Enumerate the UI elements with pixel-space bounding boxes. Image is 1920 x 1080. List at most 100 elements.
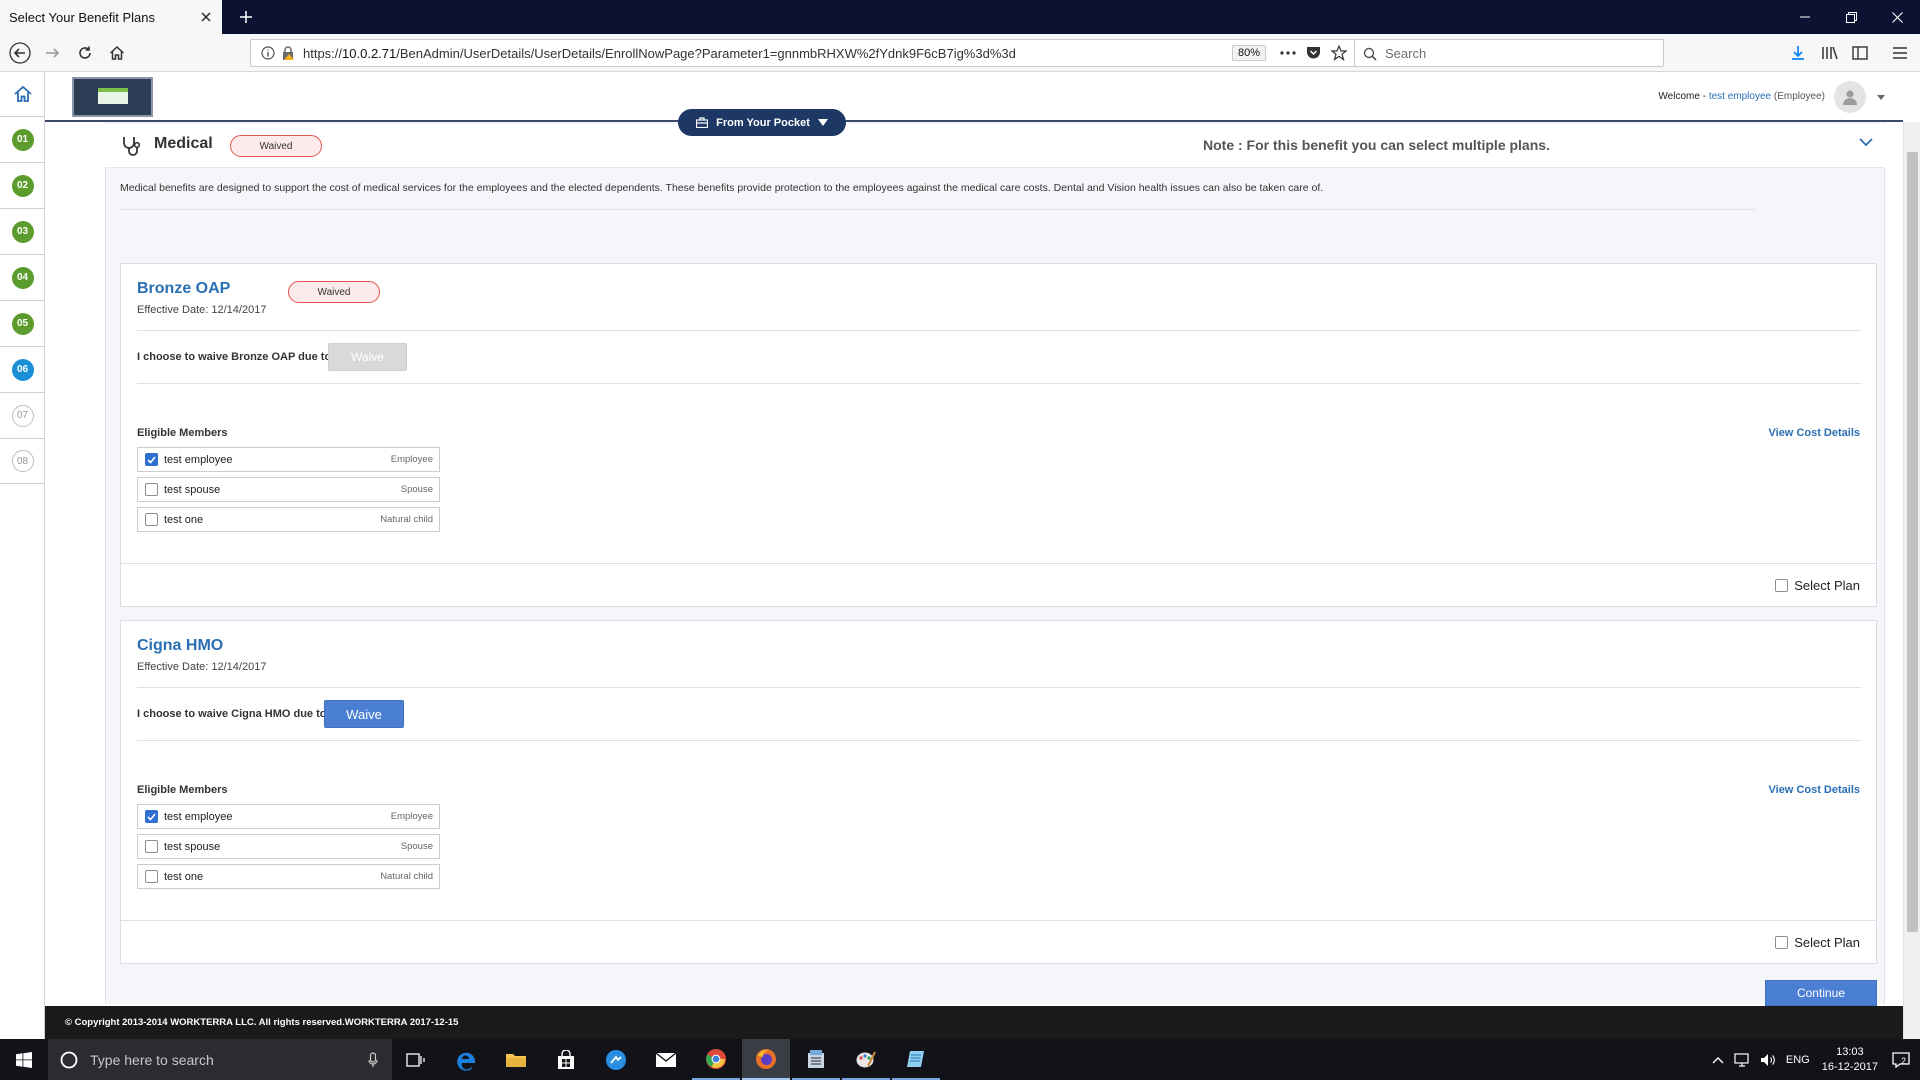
member-checkbox[interactable] xyxy=(145,870,158,883)
member-row[interactable]: test employee Employee xyxy=(137,804,440,829)
company-logo[interactable] xyxy=(72,77,153,117)
clock[interactable]: 13:03 16-12-2017 xyxy=(1822,1045,1878,1075)
messenger-app-icon[interactable] xyxy=(592,1039,640,1080)
windows-start-icon[interactable] xyxy=(0,1039,48,1080)
step-08[interactable]: 08 xyxy=(0,438,45,484)
new-tab-icon[interactable] xyxy=(228,0,264,34)
eligible-members-label: Eligible Members xyxy=(137,427,228,439)
member-checkbox[interactable] xyxy=(145,483,158,496)
home-nav-icon[interactable] xyxy=(0,72,45,116)
member-row[interactable]: test employee Employee xyxy=(137,447,440,472)
step-number: 02 xyxy=(11,174,34,197)
search-placeholder: Search xyxy=(1385,45,1427,61)
select-plan-box[interactable] xyxy=(1775,936,1789,949)
reload-icon[interactable] xyxy=(71,39,99,67)
page-scrollbar[interactable] xyxy=(1903,122,1920,1039)
welcome-user-name[interactable]: test employee xyxy=(1709,91,1771,102)
hamburger-menu-icon[interactable] xyxy=(1886,39,1914,67)
member-relation: Employee xyxy=(390,454,433,465)
taskbar-search-input[interactable]: Type here to search xyxy=(48,1039,392,1080)
lock-warning-icon xyxy=(281,45,295,61)
microphone-icon[interactable] xyxy=(368,1051,378,1068)
app-footer: © Copyright 2013-2014 WORKTERRA LLC. All… xyxy=(45,1006,1903,1039)
url-bar[interactable]: https://10.0.2.71/BenAdmin/UserDetails/U… xyxy=(250,39,1356,67)
url-text[interactable]: https://10.0.2.71/BenAdmin/UserDetails/U… xyxy=(303,46,1232,61)
library-icon[interactable] xyxy=(1816,39,1844,67)
notifications-icon[interactable]: 2 xyxy=(1892,1051,1910,1068)
zoom-level[interactable]: 80% xyxy=(1231,45,1266,61)
task-view-icon[interactable] xyxy=(392,1039,440,1080)
close-window-icon[interactable] xyxy=(1874,0,1920,34)
member-row[interactable]: test one Natural child xyxy=(137,507,440,532)
plan-card-bronze-oap: Bronze OAP Waived Effective Date: 12/14/… xyxy=(120,263,1877,607)
waive-button[interactable]: Waive xyxy=(328,343,407,371)
site-info-icon[interactable] xyxy=(261,46,275,60)
app-header: Welcome - test employee (Employee) xyxy=(45,72,1903,122)
step-07[interactable]: 07 xyxy=(0,392,45,438)
select-plan-checkbox[interactable]: Select Plan xyxy=(1775,935,1860,950)
edge-browser-icon[interactable] xyxy=(442,1039,490,1080)
member-row[interactable]: test one Natural child xyxy=(137,864,440,889)
language-indicator[interactable]: ENG xyxy=(1786,1054,1810,1066)
member-checkbox[interactable] xyxy=(145,810,158,823)
scrollbar-thumb[interactable] xyxy=(1907,152,1918,932)
step-05[interactable]: 05 xyxy=(0,300,45,346)
step-06[interactable]: 06 xyxy=(0,346,45,392)
select-plan-box[interactable] xyxy=(1775,579,1789,592)
member-checkbox[interactable] xyxy=(145,453,158,466)
page-actions-icon[interactable] xyxy=(1280,51,1296,55)
plan-name[interactable]: Cigna HMO xyxy=(137,637,223,655)
browser-search-input[interactable]: Search xyxy=(1354,39,1664,67)
pocket-save-icon[interactable] xyxy=(1306,46,1321,60)
chevron-down-icon[interactable] xyxy=(1859,138,1873,147)
browser-tab-bar: Select Your Benefit Plans xyxy=(0,0,1920,34)
downloads-icon[interactable] xyxy=(1784,39,1812,67)
user-menu-caret-icon[interactable] xyxy=(1877,95,1885,100)
member-row[interactable]: test spouse Spouse xyxy=(137,834,440,859)
forward-icon[interactable] xyxy=(38,39,66,67)
plan-name[interactable]: Bronze OAP xyxy=(137,280,230,298)
divider xyxy=(137,383,1861,384)
step-number: 05 xyxy=(11,312,34,335)
waive-button[interactable]: Waive xyxy=(324,700,404,728)
notepad-app-icon[interactable] xyxy=(892,1039,940,1080)
select-plan-checkbox[interactable]: Select Plan xyxy=(1775,578,1860,593)
archive-app-icon[interactable] xyxy=(792,1039,840,1080)
avatar[interactable] xyxy=(1834,81,1866,113)
step-03[interactable]: 03 xyxy=(0,208,45,254)
volume-icon[interactable] xyxy=(1760,1053,1776,1067)
view-cost-details-link[interactable]: View Cost Details xyxy=(1769,784,1861,796)
mail-icon[interactable] xyxy=(642,1039,690,1080)
step-04[interactable]: 04 xyxy=(0,254,45,300)
sidebar-toggle-icon[interactable] xyxy=(1846,39,1874,67)
store-icon[interactable] xyxy=(542,1039,590,1080)
benefit-header[interactable]: Medical Waived Note : For this benefit y… xyxy=(105,124,1885,168)
tray-expand-icon[interactable] xyxy=(1712,1056,1724,1064)
copyright-text: © Copyright 2013-2014 WORKTERRA LLC. All… xyxy=(65,1017,459,1028)
browser-tab[interactable]: Select Your Benefit Plans xyxy=(0,0,222,34)
notification-count: 2 xyxy=(1901,1055,1907,1066)
tab-close-icon[interactable] xyxy=(194,5,218,29)
divider xyxy=(137,330,1861,331)
chrome-icon[interactable] xyxy=(692,1039,740,1080)
member-checkbox[interactable] xyxy=(145,513,158,526)
member-name: test spouse xyxy=(164,483,221,496)
back-icon[interactable] xyxy=(6,39,34,67)
file-explorer-icon[interactable] xyxy=(492,1039,540,1080)
continue-button[interactable]: Continue xyxy=(1765,980,1877,1006)
step-01[interactable]: 01 xyxy=(0,116,45,162)
view-cost-details-link[interactable]: View Cost Details xyxy=(1769,427,1861,439)
restore-icon[interactable] xyxy=(1828,0,1874,34)
paint-app-icon[interactable] xyxy=(842,1039,890,1080)
home-icon[interactable] xyxy=(103,39,131,67)
step-sidebar: 01 02 03 04 05 06 07 08 xyxy=(0,72,45,1039)
step-02[interactable]: 02 xyxy=(0,162,45,208)
from-your-pocket-button[interactable]: From Your Pocket xyxy=(678,109,846,136)
firefox-icon[interactable] xyxy=(742,1039,790,1080)
eligible-members-label: Eligible Members xyxy=(137,784,228,796)
member-row[interactable]: test spouse Spouse xyxy=(137,477,440,502)
network-icon[interactable] xyxy=(1734,1052,1752,1067)
minimize-icon[interactable] xyxy=(1782,0,1828,34)
member-checkbox[interactable] xyxy=(145,840,158,853)
bookmark-star-icon[interactable] xyxy=(1331,45,1347,61)
